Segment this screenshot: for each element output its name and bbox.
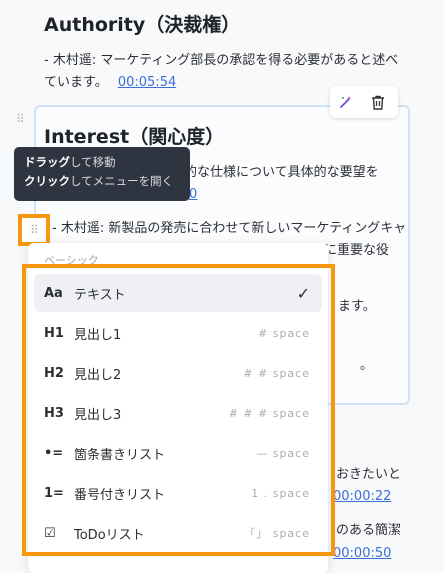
tooltip-line-drag: ドラッグして移動 xyxy=(24,155,116,169)
numbered-list-icon: 1= xyxy=(44,485,64,501)
interest-line-3: - 木村遥: 新製品の発売に合わせて新しいマーケティングキャ xyxy=(52,221,407,236)
menu-item-heading-1[interactable]: H1 見出し1 # space xyxy=(34,314,322,352)
menu-item-heading-2[interactable]: H2 見出し2 # # space xyxy=(34,354,322,392)
interest-line-1-tail: 術的な仕様について具体的な要望を xyxy=(171,165,379,180)
authority-line-2: ています。 00:05:54 xyxy=(44,72,176,94)
authority-line-1: - 木村遥: マーケティング部長の承認を得る必要があると述べ xyxy=(44,53,399,68)
block-drag-handle[interactable]: ⠿ xyxy=(16,112,25,126)
heading-3-icon: H3 xyxy=(44,405,64,421)
interest-timestamp-tail[interactable]: 0 xyxy=(189,184,197,206)
menu-item-numbered-list[interactable]: 1= 番号付きリスト 1 . space xyxy=(34,474,322,512)
text-type-icon: Aa xyxy=(44,285,63,301)
below-line-1-tail: おきたいと xyxy=(336,467,402,482)
checkmark-icon: ✓ xyxy=(296,283,310,303)
menu-highlight-frame: Aa テキスト ✓ H1 見出し1 # space H2 見出し2 # # sp… xyxy=(22,264,335,556)
magic-wand-icon[interactable] xyxy=(330,87,362,117)
bulleted-list-icon: •= xyxy=(44,445,64,461)
below-timestamp-1[interactable]: 00:00:22 xyxy=(333,486,391,508)
checkbox-icon: ☑ xyxy=(44,525,56,541)
drag-handle-tooltip: ドラッグして移動 クリックしてメニューを開く xyxy=(14,147,190,201)
interest-line-4-tail: に重要な役 xyxy=(324,243,390,258)
interest-line-6-tail: 。 xyxy=(360,358,374,373)
interest-line-5-tail: ます。 xyxy=(338,299,376,314)
interest-heading: Interest（関心度） xyxy=(44,126,225,148)
authority-timestamp-link[interactable]: 00:05:54 xyxy=(118,75,176,90)
below-line-2-tail: のある簡潔 xyxy=(336,523,402,538)
tooltip-line-click: クリックしてメニューを開く xyxy=(24,174,174,188)
below-timestamp-2[interactable]: 00:00:50 xyxy=(333,543,391,565)
authority-line-2-text: ています。 xyxy=(44,75,108,90)
block-toolbar xyxy=(330,86,398,118)
active-drag-handle[interactable]: ⠿ xyxy=(18,214,50,246)
menu-item-heading-3[interactable]: H3 見出し3 # # # space xyxy=(34,394,322,432)
authority-heading: Authority（決裁権） xyxy=(44,14,241,36)
heading-2-icon: H2 xyxy=(44,365,64,381)
trash-icon[interactable] xyxy=(362,87,394,117)
menu-item-text[interactable]: Aa テキスト ✓ xyxy=(34,274,322,312)
drag-dots-icon: ⠿ xyxy=(30,223,39,237)
heading-1-icon: H1 xyxy=(44,325,64,341)
menu-item-todo-list[interactable]: ☑ ToDoリスト 「」 space xyxy=(34,514,322,552)
menu-item-bulleted-list[interactable]: •= 箇条書きリスト — space xyxy=(34,434,322,472)
